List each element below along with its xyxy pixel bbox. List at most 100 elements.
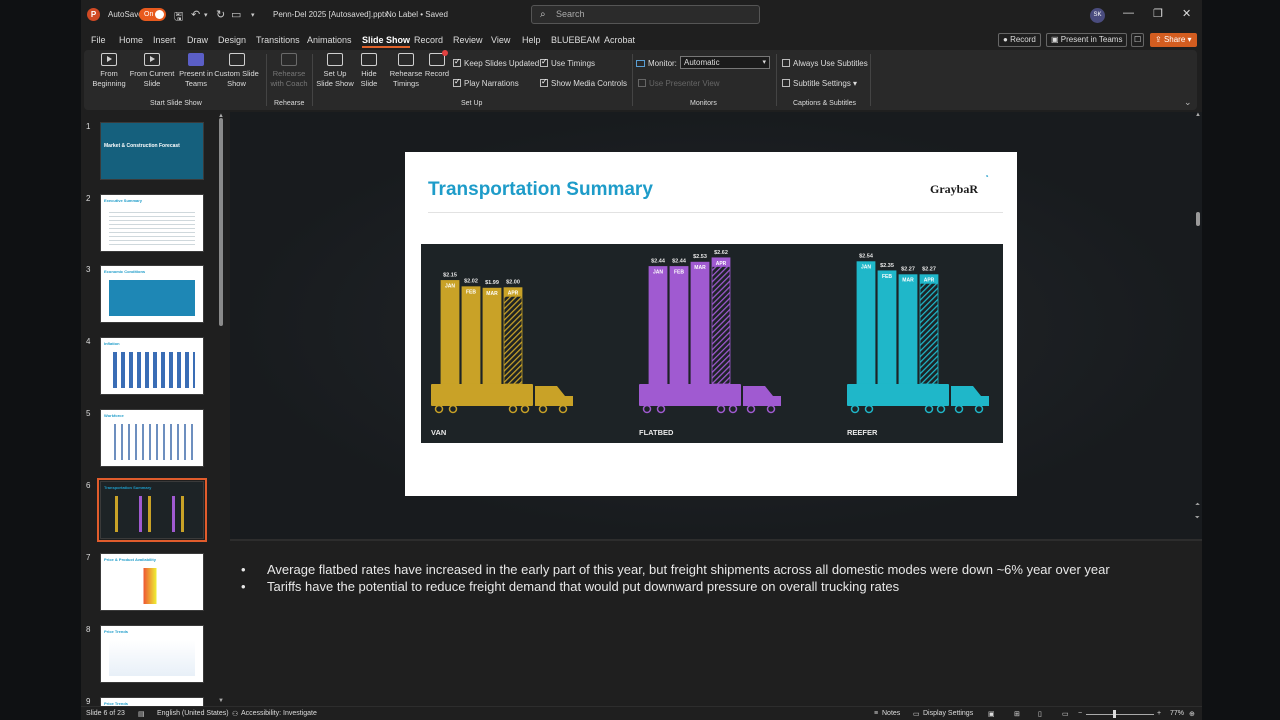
language-status[interactable]: English (United States)	[157, 710, 229, 717]
tab-file[interactable]: File	[91, 35, 106, 45]
tab-view[interactable]: View	[491, 35, 510, 45]
avatar[interactable]: SK	[1090, 8, 1105, 23]
month-label: MAR	[694, 265, 706, 271]
tab-acrobat[interactable]: Acrobat	[604, 35, 635, 45]
current-slide[interactable]: Transportation Summary ◔ GraybaR JAN $2.1…	[405, 152, 1017, 496]
record-ribbon-button[interactable]: Record	[424, 50, 450, 79]
autosave-toggle[interactable]: On	[139, 8, 166, 21]
thumbnail-scrollbar-thumb[interactable]	[219, 118, 223, 326]
customize-toolbar-icon[interactable]: ▾	[251, 11, 255, 19]
custom-slide-show-button[interactable]: Custom Slide Show	[214, 53, 259, 89]
search-input[interactable]: ⌕ Search	[531, 5, 760, 24]
tab-design[interactable]: Design	[218, 35, 246, 45]
zoom-in-icon[interactable]: +	[1157, 710, 1161, 717]
truck-wheel	[448, 404, 458, 414]
fit-slide-icon[interactable]: ⊕	[1189, 710, 1195, 718]
monitor-select[interactable]: Automatic ▾	[680, 56, 770, 69]
close-icon[interactable]: ✕	[1182, 7, 1191, 20]
transportation-chart[interactable]: JAN $2.15 FEB $2.02 MAR $1.99 APR $2.00 VAN JAN $2…	[421, 244, 1003, 443]
slide-title[interactable]: Transportation Summary	[428, 179, 653, 201]
scroll-down-icon[interactable]: ▼	[218, 698, 224, 704]
thumbnail-title: Inflation	[104, 341, 120, 346]
tab-draw[interactable]: Draw	[187, 35, 208, 45]
record-button[interactable]: ● Record	[998, 33, 1041, 47]
redo-icon[interactable]: ↻	[216, 8, 225, 21]
rehearse-coach-icon	[281, 53, 297, 66]
scroll-up-icon[interactable]: ▲	[1195, 112, 1201, 118]
slide-thumbnail-4[interactable]: Inflation	[100, 337, 204, 395]
present-in-teams-ribbon-button[interactable]: Present in Teams	[179, 53, 213, 89]
rehearse-timings-button[interactable]: Rehearse Timings	[389, 53, 423, 89]
truck-wheel	[936, 404, 946, 414]
normal-view-icon[interactable]: ▣	[988, 710, 995, 718]
month-label: APR	[716, 261, 727, 267]
speaker-notes[interactable]: Average flatbed rates have increased in …	[230, 541, 1202, 706]
use-presenter-view-checkbox[interactable]: Use Presenter View	[638, 79, 720, 88]
from-current-slide-button[interactable]: From Current Slide	[129, 53, 175, 89]
tab-animations[interactable]: Animations	[307, 35, 352, 45]
show-media-label: Show Media Controls	[551, 79, 628, 88]
keep-slides-updated-checkbox[interactable]: Keep Slides Updated	[453, 57, 539, 68]
tab-record[interactable]: Record	[414, 35, 443, 45]
slide-thumbnail-9[interactable]: Price Trends	[100, 697, 204, 706]
slide-scrollbar-thumb[interactable]	[1196, 212, 1200, 226]
tab-review[interactable]: Review	[453, 35, 483, 45]
from-beginning-button[interactable]: From Beginning	[90, 53, 128, 89]
display-settings-button[interactable]: Display Settings	[923, 710, 973, 717]
use-timings-checkbox[interactable]: Use Timings	[540, 57, 595, 68]
notes-button[interactable]: Notes	[882, 710, 900, 717]
present-teams-ribbon-label: Present in Teams	[179, 69, 213, 88]
slide-thumbnail-2[interactable]: Executive Summary	[100, 194, 204, 252]
slide-show-view-icon[interactable]: ▭	[1062, 710, 1069, 718]
slide-thumbnail-6[interactable]: Transportation Summary	[97, 478, 207, 542]
slide-thumbnail-3[interactable]: Economic Conditions	[100, 265, 204, 323]
tab-bluebeam[interactable]: BLUEBEAM	[551, 35, 600, 45]
save-icon[interactable]: 🖫	[174, 8, 183, 27]
undo-icon[interactable]: ↶	[191, 8, 200, 21]
slide-thumbnail-7[interactable]: Price & Product Availability	[100, 553, 204, 611]
slide-thumbnail-1[interactable]: Market & Construction Forecast	[100, 122, 204, 180]
undo-dropdown-icon[interactable]: ▾	[204, 11, 208, 19]
hide-slide-button[interactable]: Hide Slide	[357, 53, 381, 89]
title-bar: P AutoSave On 🖫 ↶ ▾ ↻ ▭ ▾ Penn-Del 2025 …	[81, 0, 1202, 30]
checkbox-box	[540, 77, 548, 87]
zoom-level[interactable]: 77%	[1170, 710, 1184, 717]
maximize-icon[interactable]: ❐	[1153, 7, 1163, 20]
thumbnail-number: 3	[86, 265, 91, 274]
accessibility-status[interactable]: Accessibility: Investigate	[241, 710, 317, 717]
slide-thumbnail-8[interactable]: Price Trends	[100, 625, 204, 683]
save-status[interactable]: No Label • Saved	[386, 10, 448, 19]
zoom-out-icon[interactable]: −	[1078, 710, 1082, 717]
present-in-teams-button[interactable]: ▣ Present in Teams	[1046, 33, 1128, 47]
set-up-slide-show-button[interactable]: Set Up Slide Show	[316, 53, 354, 89]
rehearse-with-coach-button[interactable]: Rehearse with Coach	[270, 53, 308, 89]
collapse-ribbon-icon[interactable]: ⌄	[1184, 97, 1192, 108]
comments-icon[interactable]: ☐	[1131, 33, 1144, 47]
truck-trailer-van	[431, 384, 533, 406]
share-button[interactable]: ⇪ Share ▾	[1150, 33, 1197, 47]
spelling-icon[interactable]: ▤	[138, 710, 145, 718]
zoom-slider[interactable]	[1086, 714, 1154, 715]
zoom-slider-handle[interactable]	[1113, 710, 1116, 718]
slide-thumbnail-5[interactable]: Workforce	[100, 409, 204, 467]
tab-home[interactable]: Home	[119, 35, 143, 45]
tab-help[interactable]: Help	[522, 35, 541, 45]
tab-transitions[interactable]: Transitions	[256, 35, 300, 45]
slide-sorter-icon[interactable]: ⊞	[1014, 710, 1020, 718]
present-from-beginning-icon[interactable]: ▭	[231, 8, 241, 21]
tab-slide-show[interactable]: Slide Show	[362, 35, 411, 48]
truck-wheel	[716, 404, 726, 414]
play-narrations-checkbox[interactable]: Play Narrations	[453, 77, 519, 88]
thumbnail-preview	[109, 496, 195, 532]
always-use-subtitles-checkbox[interactable]: Always Use Subtitles	[782, 59, 868, 68]
slide-scrollbar[interactable]: ▲ ⏶ ⏷	[1194, 112, 1202, 539]
thumbnail-title: Price & Product Availability	[104, 557, 156, 562]
value-label: $2.00	[506, 280, 520, 286]
previous-slide-icon[interactable]: ⏶	[1195, 502, 1200, 509]
show-media-controls-checkbox[interactable]: Show Media Controls	[540, 77, 628, 88]
reading-view-icon[interactable]: ▯	[1038, 710, 1042, 718]
minimize-icon[interactable]: —	[1123, 7, 1134, 19]
subtitle-settings-button[interactable]: Subtitle Settings ▾	[782, 79, 857, 88]
next-slide-icon[interactable]: ⏷	[1195, 515, 1200, 522]
tab-insert[interactable]: Insert	[153, 35, 176, 45]
